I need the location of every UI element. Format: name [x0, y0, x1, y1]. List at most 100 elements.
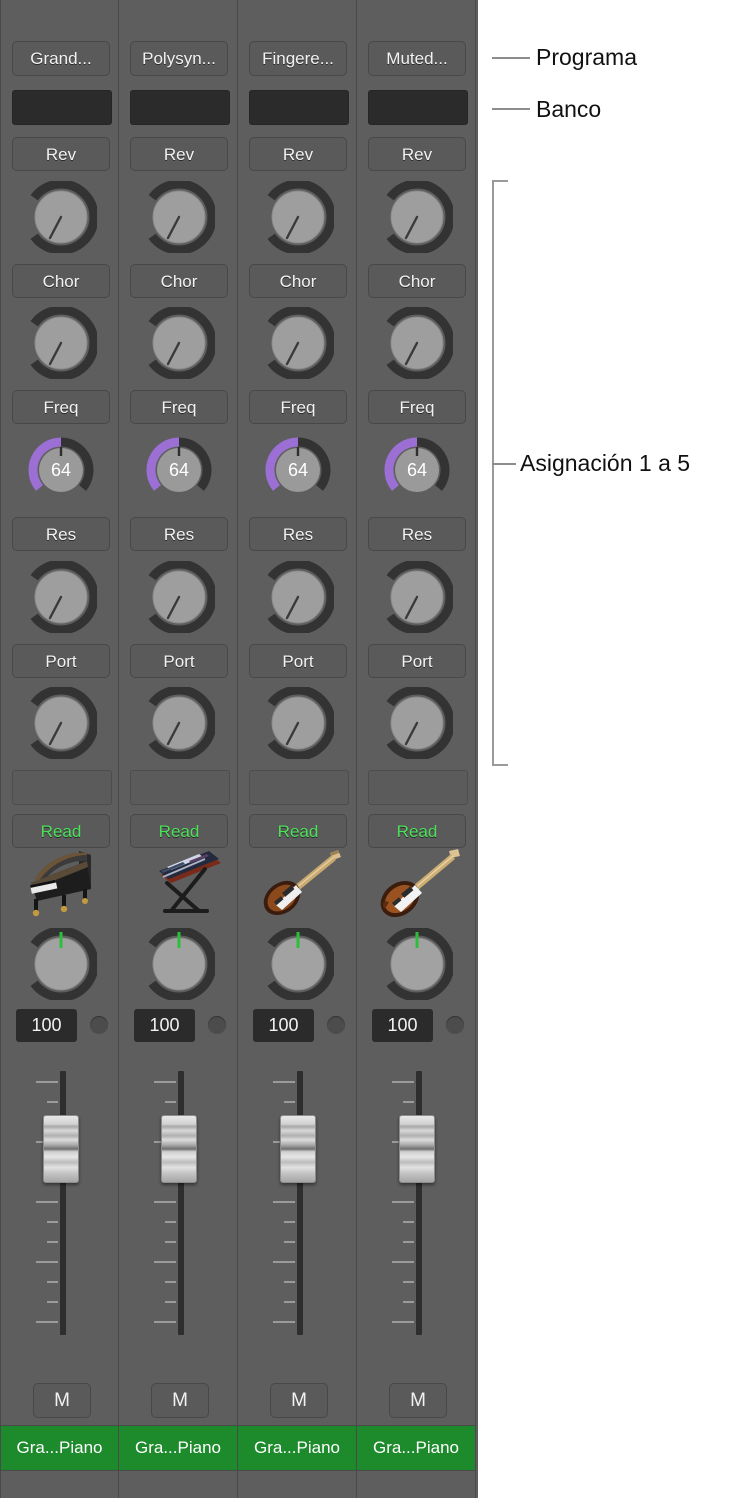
bank-field[interactable] — [12, 90, 112, 125]
fader-tick — [47, 1281, 58, 1283]
fader-handle[interactable] — [280, 1115, 316, 1183]
send-5-button[interactable]: Port — [130, 644, 228, 678]
send-4-button[interactable]: Res — [12, 517, 110, 551]
send-5-knob[interactable] — [25, 687, 97, 759]
fader-tick — [165, 1281, 176, 1283]
send-2-button[interactable]: Chor — [12, 264, 110, 298]
send-5-button[interactable]: Port — [368, 644, 466, 678]
send-4-knob[interactable] — [262, 561, 334, 633]
pan-knob[interactable] — [379, 926, 455, 1002]
send-1-knob[interactable] — [262, 181, 334, 253]
pan-knob[interactable] — [141, 926, 217, 1002]
program-button[interactable]: Grand... — [12, 41, 110, 76]
channel-name[interactable]: Gra...Piano — [119, 1425, 237, 1471]
send-1-button[interactable]: Rev — [249, 137, 347, 171]
send-2-knob[interactable] — [262, 307, 334, 379]
channel-strip: Grand... Rev Chor Freq 64 Res Port Read — [0, 0, 119, 1498]
annotation-banco: Banco — [536, 96, 602, 122]
send-2-button[interactable]: Chor — [249, 264, 347, 298]
send-3-knob[interactable]: 64 — [262, 434, 334, 506]
send-2-knob[interactable] — [381, 307, 453, 379]
send-4-button[interactable]: Res — [130, 517, 228, 551]
pan-knob[interactable] — [260, 926, 336, 1002]
channel-name[interactable]: Gra...Piano — [357, 1425, 475, 1471]
volume-fader[interactable] — [119, 1063, 238, 1343]
volume-fader[interactable] — [238, 1063, 357, 1343]
send-4-knob[interactable] — [381, 561, 453, 633]
send-1-knob[interactable] — [381, 181, 453, 253]
send-1-knob[interactable] — [143, 181, 215, 253]
annotation-programa: Programa — [536, 44, 637, 70]
volume-value[interactable]: 100 — [134, 1009, 195, 1042]
send-4-button[interactable]: Res — [368, 517, 466, 551]
send-3-button[interactable]: Freq — [12, 390, 110, 424]
volume-value[interactable]: 100 — [372, 1009, 433, 1042]
volume-value[interactable]: 100 — [16, 1009, 77, 1042]
send-2-knob[interactable] — [25, 307, 97, 379]
send-1-button[interactable]: Rev — [12, 137, 110, 171]
mute-button[interactable]: M — [33, 1383, 91, 1418]
volume-fader[interactable] — [1, 1063, 120, 1343]
fader-handle[interactable] — [43, 1115, 79, 1183]
fader-tick — [284, 1221, 295, 1223]
fader-tick — [36, 1321, 58, 1323]
volume-value[interactable]: 100 — [253, 1009, 314, 1042]
fader-tick — [392, 1321, 414, 1323]
fader-tick — [403, 1281, 414, 1283]
send-5-button[interactable]: Port — [12, 644, 110, 678]
send-4-knob[interactable] — [25, 561, 97, 633]
send-3-knob[interactable]: 64 — [381, 434, 453, 506]
send-2-knob[interactable] — [143, 307, 215, 379]
send-3-button[interactable]: Freq — [368, 390, 466, 424]
mute-button[interactable]: M — [151, 1383, 209, 1418]
send-5-knob[interactable] — [143, 687, 215, 759]
automation-mode-button[interactable]: Read — [368, 814, 466, 848]
send-5-knob[interactable] — [262, 687, 334, 759]
record-enable-led[interactable] — [90, 1016, 108, 1034]
record-enable-led[interactable] — [446, 1016, 464, 1034]
send-2-button[interactable]: Chor — [368, 264, 466, 298]
program-button[interactable]: Muted... — [368, 41, 466, 76]
send-5-button[interactable]: Port — [249, 644, 347, 678]
blank-field[interactable] — [12, 770, 112, 805]
bank-field[interactable] — [368, 90, 468, 125]
send-4-button[interactable]: Res — [249, 517, 347, 551]
fader-tick — [273, 1081, 295, 1083]
send-2-button[interactable]: Chor — [130, 264, 228, 298]
send-3-button[interactable]: Freq — [249, 390, 347, 424]
channel-name[interactable]: Gra...Piano — [238, 1425, 356, 1471]
fader-handle[interactable] — [161, 1115, 197, 1183]
blank-field[interactable] — [249, 770, 349, 805]
mute-button[interactable]: M — [389, 1383, 447, 1418]
annotation-asignacion: Asignación 1 a 5 — [520, 450, 691, 476]
record-enable-led[interactable] — [208, 1016, 226, 1034]
volume-fader[interactable] — [357, 1063, 476, 1343]
send-1-button[interactable]: Rev — [130, 137, 228, 171]
program-button[interactable]: Polysyn... — [130, 41, 228, 76]
send-1-knob[interactable] — [25, 181, 97, 253]
automation-mode-button[interactable]: Read — [12, 814, 110, 848]
send-5-knob[interactable] — [381, 687, 453, 759]
send-3-knob[interactable]: 64 — [25, 434, 97, 506]
send-4-knob[interactable] — [143, 561, 215, 633]
bank-field[interactable] — [249, 90, 349, 125]
fader-tick — [47, 1241, 58, 1243]
fader-tick — [403, 1241, 414, 1243]
automation-mode-button[interactable]: Read — [130, 814, 228, 848]
send-3-button[interactable]: Freq — [130, 390, 228, 424]
fader-tick — [165, 1221, 176, 1223]
blank-field[interactable] — [368, 770, 468, 805]
fader-handle[interactable] — [399, 1115, 435, 1183]
mute-button[interactable]: M — [270, 1383, 328, 1418]
channel-name[interactable]: Gra...Piano — [1, 1425, 118, 1471]
automation-mode-button[interactable]: Read — [249, 814, 347, 848]
record-enable-led[interactable] — [327, 1016, 345, 1034]
blank-field[interactable] — [130, 770, 230, 805]
send-3-knob[interactable]: 64 — [143, 434, 215, 506]
bank-field[interactable] — [130, 90, 230, 125]
program-button[interactable]: Fingere... — [249, 41, 347, 76]
pan-knob[interactable] — [23, 926, 99, 1002]
send-1-button[interactable]: Rev — [368, 137, 466, 171]
fader-tick — [47, 1101, 58, 1103]
fader-tick — [47, 1221, 58, 1223]
